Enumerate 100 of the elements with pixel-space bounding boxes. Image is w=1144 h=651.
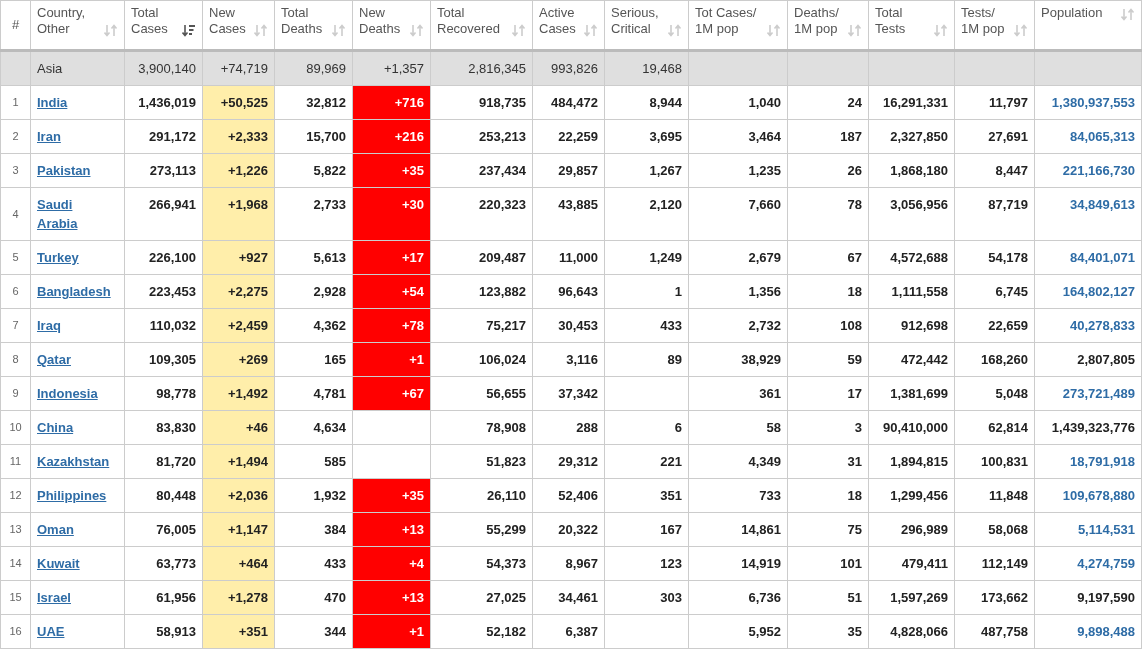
continent-total: 993,826 [532,50,605,86]
country-link[interactable]: Iraq [37,316,61,335]
sort-icon[interactable] [767,24,781,37]
table-cell: 30,453 [532,308,605,343]
table-cell: 3,056,956 [868,187,955,241]
table-cell: 4,362 [274,308,353,343]
table-cell: 58 [688,410,788,445]
population-link[interactable]: 109,678,880 [1034,478,1142,513]
table-cell: 209,487 [430,240,533,275]
table-cell: 43,885 [532,187,605,241]
table-cell: +4 [352,546,431,581]
sort-icon[interactable] [512,24,526,37]
rank-cell: 14 [0,546,31,581]
population-link[interactable]: 18,791,918 [1034,444,1142,479]
table-cell: 303 [604,580,689,615]
table-cell: 101 [787,546,869,581]
table-cell: 4,572,688 [868,240,955,275]
table-cell: 76,005 [124,512,203,547]
table-cell: +1,968 [202,187,275,241]
continent-total: +74,719 [202,50,275,86]
sort-icon[interactable] [332,24,346,37]
sort-icon[interactable] [668,24,682,37]
rank-cell: 6 [0,274,31,309]
table-cell: 78,908 [430,410,533,445]
table-cell: +1,492 [202,376,275,411]
table-cell: 54,178 [954,240,1035,275]
table-cell: 5,952 [688,614,788,649]
table-cell: 1,436,019 [124,85,203,120]
population-link[interactable]: 84,065,313 [1034,119,1142,154]
table-cell: 106,024 [430,342,533,377]
population-link[interactable]: 34,849,613 [1034,187,1142,241]
table-cell: +1,278 [202,580,275,615]
table-cell: 1,249 [604,240,689,275]
table-cell: 90,410,000 [868,410,955,445]
population-link[interactable]: 5,114,531 [1034,512,1142,547]
continent-total: 89,969 [274,50,353,86]
table-cell: 484,472 [532,85,605,120]
table-cell: 472,442 [868,342,955,377]
table-cell: 1,868,180 [868,153,955,188]
table-cell: 37,342 [532,376,605,411]
table-cell: +1,226 [202,153,275,188]
population-link[interactable]: 164,802,127 [1034,274,1142,309]
sort-icon[interactable] [1014,24,1028,37]
table-cell: 1,299,456 [868,478,955,513]
header-label: Country, Other [37,5,87,37]
sort-icon[interactable] [1121,8,1135,21]
rank-cell: 2 [0,119,31,154]
continent-total: 2,816,345 [430,50,533,86]
table-cell: 63,773 [124,546,203,581]
country-link[interactable]: India [37,93,68,112]
table-cell: 8,967 [532,546,605,581]
rank-cell: 12 [0,478,31,513]
table-cell: 2,120 [604,187,689,241]
population-link[interactable]: 9,898,488 [1034,614,1142,649]
table-cell: 3,116 [532,342,605,377]
sorted-descending-icon[interactable] [182,24,196,37]
table-cell: 479,411 [868,546,955,581]
table-cell: +216 [352,119,431,154]
table-cell: 288 [532,410,605,445]
population-link[interactable]: 40,278,833 [1034,308,1142,343]
sort-icon[interactable] [410,24,424,37]
country-link[interactable]: Qatar [37,350,71,369]
table-cell: +927 [202,240,275,275]
rank-cell: 11 [0,444,31,479]
sort-icon[interactable] [934,24,948,37]
sort-icon[interactable] [104,24,118,37]
table-cell: 78 [787,187,869,241]
table-cell: 58,913 [124,614,203,649]
table-cell: 1,040 [688,85,788,120]
country-link[interactable]: Israel [37,588,71,607]
table-cell: +35 [352,153,431,188]
table-cell: 1,894,815 [868,444,955,479]
sort-icon[interactable] [584,24,598,37]
rank-cell: 8 [0,342,31,377]
table-cell: 3,464 [688,119,788,154]
population-link[interactable]: 273,721,489 [1034,376,1142,411]
table-cell: +17 [352,240,431,275]
sort-icon[interactable] [254,24,268,37]
table-cell: 296,989 [868,512,955,547]
table-cell: +269 [202,342,275,377]
table-cell: +351 [202,614,275,649]
population-link[interactable]: 1,380,937,553 [1034,85,1142,120]
sort-icon[interactable] [848,24,862,37]
population-link[interactable]: 84,401,071 [1034,240,1142,275]
table-cell: 26 [787,153,869,188]
country-link[interactable]: Iran [37,127,61,146]
table-cell: 487,758 [954,614,1035,649]
population-link[interactable]: 4,274,759 [1034,546,1142,581]
table-cell: 1,267 [604,153,689,188]
table-cell: +46 [202,410,275,445]
table-cell: 62,814 [954,410,1035,445]
table-cell: 20,322 [532,512,605,547]
table-cell: 123 [604,546,689,581]
population-link[interactable]: 221,166,730 [1034,153,1142,188]
table-cell: 29,857 [532,153,605,188]
table-cell: 4,349 [688,444,788,479]
header-label: Deaths/ 1M pop [794,5,840,37]
table-cell: 27,025 [430,580,533,615]
table-cell: 6,736 [688,580,788,615]
country-link[interactable]: UAE [37,622,65,641]
